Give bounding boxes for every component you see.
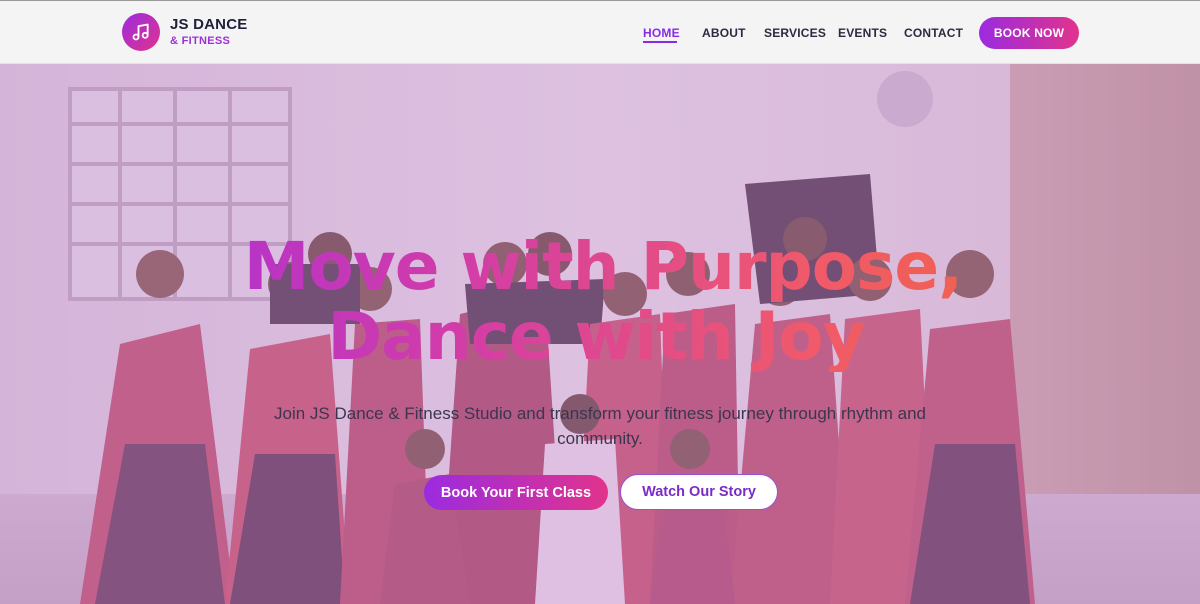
nav-services[interactable]: SERVICES — [764, 26, 826, 40]
book-now-button[interactable]: BOOK NOW — [979, 17, 1079, 49]
nav-events[interactable]: EVENTS — [838, 26, 887, 40]
headline-line-2: Dance with Joy — [0, 302, 1200, 372]
hero-headline: Move with Purpose, Dance with Joy — [0, 232, 1200, 372]
nav-contact[interactable]: CONTACT — [904, 26, 963, 40]
nav-about[interactable]: ABOUT — [702, 26, 746, 40]
watch-story-button[interactable]: Watch Our Story — [620, 474, 778, 510]
nav-active-indicator — [643, 41, 677, 43]
book-first-class-button[interactable]: Book Your First Class — [424, 475, 608, 510]
hero-subtext: Join JS Dance & Fitness Studio and trans… — [274, 404, 926, 448]
headline-line-1: Move with Purpose, — [0, 232, 1200, 302]
hero-section: Move with Purpose, Dance with Joy Join J… — [0, 64, 1200, 604]
nav-home[interactable]: HOME — [643, 26, 680, 40]
site-header: JS DANCE & FITNESS HOME ABOUT SERVICES E… — [0, 0, 1200, 64]
